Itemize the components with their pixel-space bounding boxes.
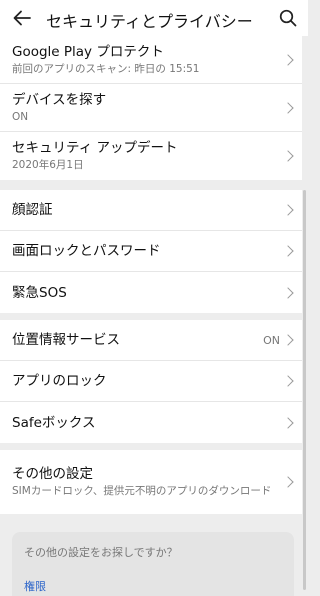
- item-title: デバイスを探す: [12, 91, 107, 108]
- item-title: 位置情報サービス: [12, 332, 120, 348]
- item-subtitle: 前回のアプリのスキャン: 昨日の 15:51: [12, 62, 200, 75]
- item-title: 顔認証: [12, 202, 53, 218]
- item-title: セキュリティ アップデート: [12, 140, 178, 156]
- app-header: セキュリティとプライバシー: [0, 0, 308, 36]
- settings-group-3: 位置情報サービス ON アプリのロック Safeボックス: [0, 320, 302, 443]
- suggestion-title: その他の設定をお探しですか？: [24, 546, 178, 559]
- chevron-right-icon: [282, 375, 294, 387]
- chevron-right-icon: [282, 53, 294, 66]
- chevron-right-icon: [282, 204, 294, 216]
- item-title: 緊急SOS: [12, 284, 67, 301]
- item-subtitle: 2020年6月1日: [12, 159, 84, 171]
- security-update-item[interactable]: セキュリティ アップデート 2020年6月1日: [0, 132, 302, 180]
- safe-box-item[interactable]: Safeボックス: [0, 402, 302, 443]
- google-play-protect-item[interactable]: Google Play プロテクト 前回のアプリのスキャン: 昨日の 15:51: [0, 36, 302, 84]
- settings-group-1: Google Play プロテクト 前回のアプリのスキャン: 昨日の 15:51…: [0, 36, 302, 180]
- suggestion-card: その他の設定をお探しですか？ 権限: [12, 532, 294, 596]
- other-settings-item[interactable]: その他の設定 SIMカードロック、提供元不明のアプリのダウンロード: [0, 450, 302, 514]
- settings-group-2: 顔認証 画面ロックとパスワード 緊急SOS: [0, 190, 302, 313]
- search-button[interactable]: [274, 4, 302, 32]
- page-title: セキュリティとプライバシー: [46, 12, 253, 31]
- item-title: 画面ロックとパスワード: [12, 243, 161, 259]
- app-lock-item[interactable]: アプリのロック: [0, 361, 302, 402]
- face-recognition-item[interactable]: 顔認証: [0, 190, 302, 231]
- chevron-right-icon: [282, 476, 294, 488]
- back-button[interactable]: [8, 4, 36, 32]
- item-title: アプリのロック: [12, 373, 107, 389]
- settings-group-4: その他の設定 SIMカードロック、提供元不明のアプリのダウンロード: [0, 450, 302, 514]
- find-device-item[interactable]: デバイスを探す ON: [0, 84, 302, 132]
- chevron-right-icon: [282, 245, 294, 257]
- item-subtitle: SIMカードロック、提供元不明のアプリのダウンロード: [12, 485, 272, 497]
- item-title: Google Play プロテクト: [12, 43, 164, 60]
- scrollbar[interactable]: [303, 190, 306, 590]
- screen-lock-password-item[interactable]: 画面ロックとパスワード: [0, 231, 302, 272]
- chevron-right-icon: [282, 150, 294, 162]
- item-title: Safeボックス: [12, 414, 96, 431]
- permissions-link[interactable]: 権限: [24, 578, 282, 594]
- arrow-left-icon: [13, 10, 31, 26]
- chevron-right-icon: [282, 334, 294, 346]
- item-subtitle: ON: [12, 110, 29, 123]
- search-icon: [279, 9, 297, 27]
- chevron-right-icon: [282, 101, 294, 114]
- location-services-item[interactable]: 位置情報サービス ON: [0, 320, 302, 361]
- chevron-right-icon: [282, 286, 294, 299]
- chevron-right-icon: [282, 416, 294, 429]
- item-title: その他の設定: [12, 466, 93, 482]
- status-value: ON: [263, 333, 280, 347]
- emergency-sos-item[interactable]: 緊急SOS: [0, 272, 302, 313]
